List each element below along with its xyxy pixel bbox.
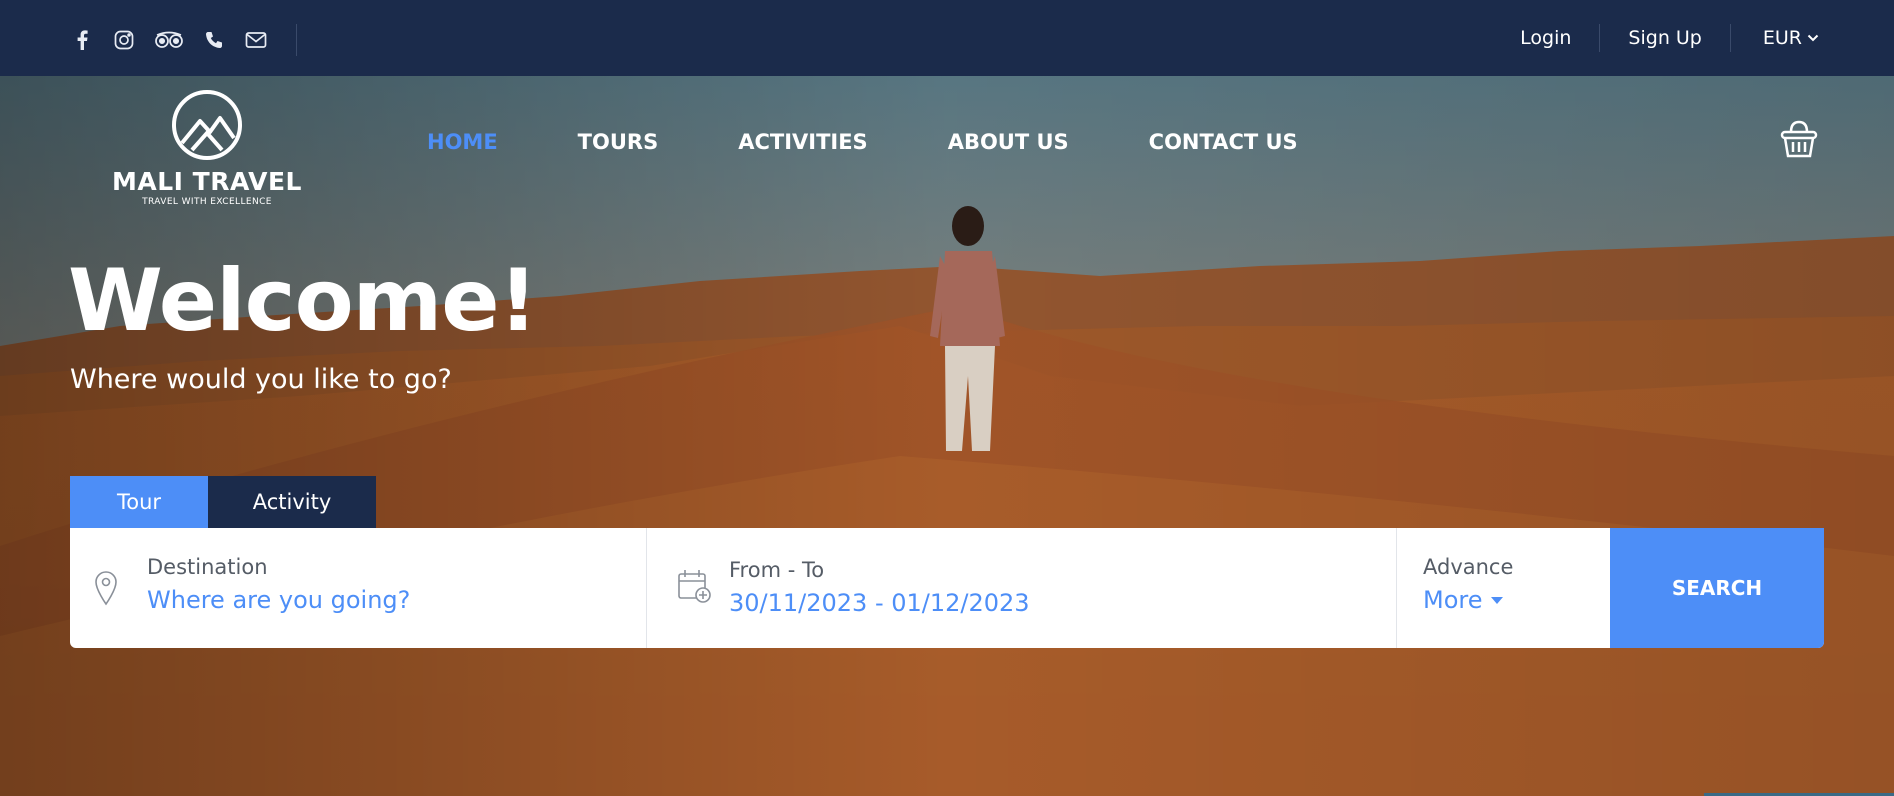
date-range-label: From - To <box>729 558 825 582</box>
caret-down-icon <box>1490 596 1503 604</box>
calendar-add-icon <box>678 570 711 603</box>
login-link[interactable]: Login <box>1492 27 1599 49</box>
logo-tagline: TRAVEL WITH EXCELLENCE <box>142 197 272 207</box>
tripadvisor-icon[interactable] <box>154 27 184 53</box>
map-pin-icon <box>95 571 117 606</box>
destination-field[interactable]: Destination Where are you going? <box>70 528 647 648</box>
top-bar: Login Sign Up EUR <box>0 0 1894 76</box>
hero-title: Welcome! <box>68 251 538 351</box>
hero-subtitle: Where would you like to go? <box>70 364 452 395</box>
nav-item-tours[interactable]: TOURS <box>578 130 659 154</box>
date-range-input[interactable]: 30/11/2023 - 01/12/2023 <box>729 589 1030 617</box>
nav-item-home[interactable]: HOME <box>427 130 498 154</box>
mail-icon[interactable] <box>244 27 268 53</box>
destination-label: Destination <box>147 555 268 579</box>
chevron-down-icon <box>1807 34 1819 42</box>
nav-item-about-us[interactable]: ABOUT US <box>948 130 1069 154</box>
instagram-icon[interactable] <box>112 27 136 53</box>
currency-selector[interactable]: EUR <box>1731 27 1819 49</box>
account-links: Login Sign Up EUR <box>1492 0 1819 76</box>
currency-value: EUR <box>1762 27 1802 49</box>
phone-icon[interactable] <box>202 27 226 53</box>
main-nav: HOME TOURS ACTIVITIES ABOUT US CONTACT U… <box>427 130 1378 154</box>
more-options-toggle[interactable]: More <box>1423 586 1503 614</box>
tab-tour[interactable]: Tour <box>70 476 208 528</box>
advance-label: Advance <box>1423 555 1514 579</box>
facebook-icon[interactable] <box>70 27 94 53</box>
topbar-divider <box>296 24 297 56</box>
search-bar: Destination Where are you going? From - … <box>70 528 1824 648</box>
date-range-field[interactable]: From - To 30/11/2023 - 01/12/2023 <box>647 528 1397 648</box>
signup-link[interactable]: Sign Up <box>1600 27 1729 49</box>
tab-activity[interactable]: Activity <box>208 476 376 528</box>
more-label: More <box>1423 586 1483 614</box>
search-type-tabs: Tour Activity <box>70 476 376 528</box>
destination-input[interactable]: Where are you going? <box>147 586 410 614</box>
advance-field: Advance More <box>1397 528 1610 648</box>
shopping-basket-icon[interactable] <box>1780 118 1818 160</box>
nav-item-activities[interactable]: ACTIVITIES <box>738 130 867 154</box>
social-links <box>70 24 297 56</box>
nav-item-contact-us[interactable]: CONTACT US <box>1149 130 1298 154</box>
site-logo[interactable]: MALI TRAVEL TRAVEL WITH EXCELLENCE <box>112 88 302 207</box>
mountain-logo-icon <box>172 90 242 160</box>
search-button[interactable]: SEARCH <box>1610 528 1824 648</box>
logo-name: MALI TRAVEL <box>112 167 302 196</box>
